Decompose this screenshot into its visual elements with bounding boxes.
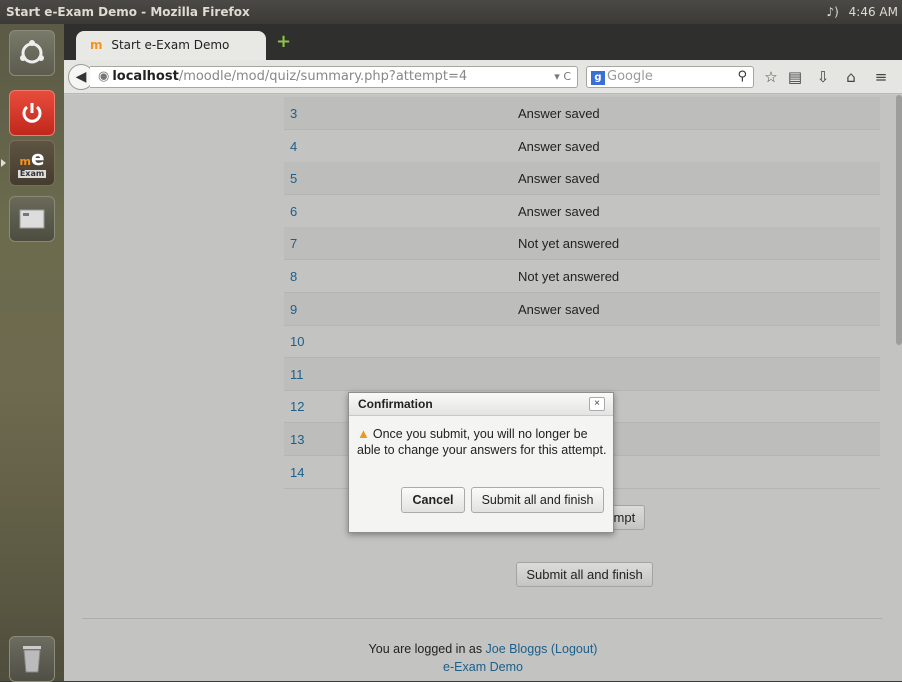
home-icon[interactable]: ⌂ — [840, 66, 862, 88]
search-bar[interactable]: g Google ⚲ — [586, 66, 754, 88]
table-row: 5 Answer saved — [284, 162, 880, 196]
confirmation-dialog: Confirmation × ▲ Once you submit, you wil… — [348, 392, 614, 533]
scrollbar[interactable] — [896, 95, 902, 345]
volume-icon[interactable]: ♪) — [827, 5, 839, 19]
reload-icon[interactable]: ▾ C — [554, 67, 571, 87]
e-exam-icon[interactable]: me Exam — [9, 140, 55, 186]
question-number-link[interactable]: 14 — [290, 456, 304, 489]
page-content: 3 Answer saved 4 Answer saved 5 Answer saved 6… — [64, 95, 902, 681]
url-bar[interactable]: ◉ localhost/moodle/mod/quiz/summary.php?a… — [90, 66, 578, 88]
url-host: localhost — [112, 69, 179, 84]
url-path: /moodle/mod/quiz/summary.php?attempt=4 — [178, 69, 468, 84]
question-number-link[interactable]: 12 — [290, 390, 304, 423]
table-row: 11 — [284, 357, 880, 391]
trash-icon[interactable] — [9, 636, 55, 682]
bookmark-star-icon[interactable]: ☆ — [760, 66, 782, 88]
divider — [82, 618, 882, 619]
dialog-header: Confirmation × — [349, 393, 613, 416]
question-status: Answer saved — [518, 171, 600, 187]
question-number-link[interactable]: 8 — [290, 260, 297, 293]
table-row: 9 Answer saved — [284, 292, 880, 326]
submit-all-and-finish-button[interactable]: Submit all and finish — [516, 562, 653, 587]
table-row: 6 Answer saved — [284, 195, 880, 228]
question-number-link[interactable]: 11 — [290, 358, 304, 391]
globe-icon: ◉ — [98, 69, 110, 84]
question-number-link[interactable]: 3 — [290, 97, 297, 130]
clock[interactable]: 4:46 AM — [849, 5, 898, 19]
footer: You are logged in as Joe Bloggs (Logout)… — [64, 640, 902, 676]
table-row: 7 Not yet answered — [284, 227, 880, 261]
question-number-link[interactable]: 4 — [290, 130, 297, 163]
menu-icon[interactable]: ≡ — [870, 66, 892, 88]
warning-icon: ▲ — [357, 426, 370, 441]
logout-link[interactable]: (Logout) — [551, 642, 598, 656]
search-icon[interactable]: ⚲ — [737, 67, 747, 87]
question-number-link[interactable]: 9 — [290, 293, 297, 326]
tab-bar: m Start e-Exam Demo + — [64, 24, 902, 60]
table-row: 10 — [284, 325, 880, 359]
dialog-message: ▲ Once you submit, you will no longer be … — [357, 426, 607, 458]
tab-label: Start e-Exam Demo — [111, 38, 230, 52]
table-row: 3 Answer saved — [284, 97, 880, 130]
browser-window: m Start e-Exam Demo + ◀ ◉ localhost/moodl… — [64, 24, 902, 681]
site-home-link[interactable]: e-Exam Demo — [64, 658, 902, 676]
download-icon[interactable]: ⇩ — [812, 66, 834, 88]
power-icon[interactable] — [9, 90, 55, 136]
bookmarks-menu-icon[interactable]: ▤ — [784, 66, 806, 88]
table-row: 4 Answer saved — [284, 130, 880, 163]
moodle-favicon-icon: m — [90, 38, 103, 52]
question-number-link[interactable]: 13 — [290, 423, 304, 456]
window-icon[interactable] — [9, 196, 55, 242]
exam-label: Exam — [17, 169, 47, 178]
question-status: Answer saved — [518, 203, 600, 219]
dialog-message-text: Once you submit, you will no longer be a… — [357, 427, 607, 457]
question-number-link[interactable]: 6 — [290, 195, 297, 228]
question-status: Not yet answered — [518, 269, 620, 284]
dialog-title: Confirmation — [358, 397, 433, 411]
window-title: Start e-Exam Demo - Mozilla Firefox — [6, 5, 250, 19]
new-tab-icon[interactable]: + — [276, 33, 294, 51]
logged-in-text: You are logged in as — [368, 642, 486, 656]
ubuntu-logo-icon[interactable] — [9, 30, 55, 76]
dialog-submit-all-and-finish-button[interactable]: Submit all and finish — [471, 487, 604, 513]
question-status: Answer saved — [518, 106, 600, 121]
table-row: 8 Not yet answered — [284, 260, 880, 293]
question-number-link[interactable]: 7 — [290, 227, 297, 260]
question-number-link[interactable]: 10 — [290, 325, 304, 358]
active-indicator — [1, 159, 6, 167]
question-status: Answer saved — [518, 138, 600, 154]
exam-letter: e — [30, 146, 45, 170]
search-engine-icon[interactable]: g — [591, 71, 605, 85]
close-icon[interactable]: × — [589, 397, 605, 411]
tab-active[interactable]: m Start e-Exam Demo — [76, 31, 266, 60]
search-placeholder: Google — [607, 69, 653, 84]
question-status: Not yet answered — [518, 236, 620, 252]
system-tray: ♪) 4:46 AM — [821, 0, 899, 24]
question-status: Answer saved — [518, 301, 600, 317]
login-info: You are logged in as Joe Bloggs (Logout) — [64, 640, 902, 658]
os-top-bar: Start e-Exam Demo - Mozilla Firefox ♪) 4… — [0, 0, 902, 24]
user-link[interactable]: Joe Bloggs — [486, 642, 548, 656]
cancel-button[interactable]: Cancel — [401, 487, 465, 513]
navigation-bar: ◀ ◉ localhost/moodle/mod/quiz/summary.php… — [64, 60, 902, 94]
question-number-link[interactable]: 5 — [290, 162, 297, 195]
launcher: me Exam — [0, 24, 64, 682]
